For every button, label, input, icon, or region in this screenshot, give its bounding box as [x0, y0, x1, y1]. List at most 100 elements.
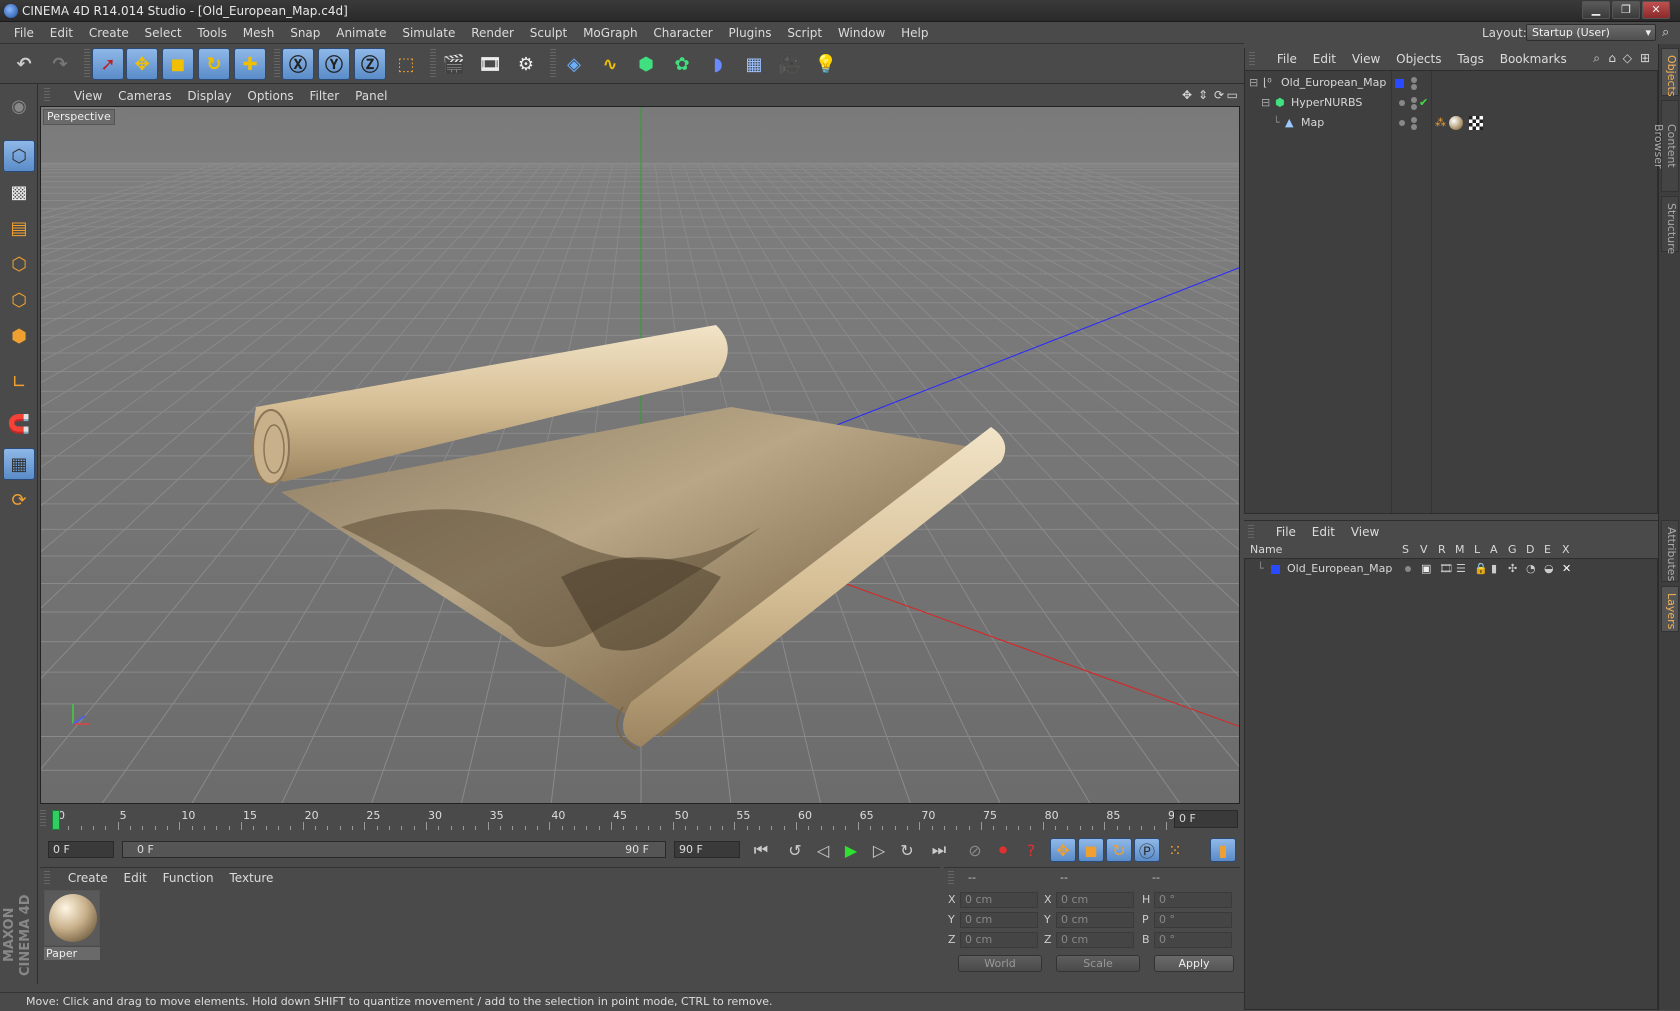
coordinate-system-icon[interactable]: ⬚ [390, 48, 422, 80]
object-menu-tags[interactable]: Tags [1451, 48, 1490, 70]
previous-frame-icon[interactable]: ◁ [810, 838, 836, 862]
close-button[interactable]: ✕ [1642, 1, 1670, 19]
pan-view-icon[interactable]: ✥ [1182, 88, 1192, 102]
frame-ruler[interactable]: 051015202530354045505560657075808590 [52, 808, 1182, 832]
layer-deformers-icon[interactable]: ◔ [1526, 559, 1536, 579]
menu-help[interactable]: Help [895, 22, 934, 44]
array-icon[interactable]: ✿ [666, 48, 698, 80]
autokey-icon[interactable]: ⏺ [990, 838, 1016, 862]
texture-tag-icon[interactable] [1469, 116, 1483, 130]
menu-character[interactable]: Character [647, 22, 718, 44]
layer-color-icon[interactable] [1271, 565, 1280, 574]
size-x-field[interactable]: 0 cm [1056, 892, 1134, 908]
perspective-viewport[interactable]: Perspective [40, 106, 1240, 804]
layer-name[interactable]: Old_European_Map [1287, 559, 1392, 579]
menu-animate[interactable]: Animate [330, 22, 392, 44]
z-axis-lock-icon[interactable]: Ⓩ [354, 48, 386, 80]
x-axis-lock-icon[interactable]: Ⓧ [282, 48, 314, 80]
layout-select[interactable]: Startup (User) [1526, 24, 1656, 41]
timeline-window-icon[interactable]: ▮ [1210, 838, 1236, 862]
start-frame-field[interactable]: 0 F [48, 841, 114, 858]
object-menu-view[interactable]: View [1346, 48, 1386, 70]
menu-tools[interactable]: Tools [191, 22, 233, 44]
tab-structure[interactable]: Structure [1661, 196, 1679, 254]
menu-plugins[interactable]: Plugins [723, 22, 778, 44]
rotate-view-icon[interactable]: ⟳ [1214, 88, 1224, 102]
layer-col-xref[interactable]: X [1562, 542, 1570, 558]
render-view-icon[interactable]: 🎬 [438, 48, 470, 80]
texture-mode-icon[interactable]: ▩ [3, 176, 35, 208]
pos-z-field[interactable]: 0 cm [960, 932, 1038, 948]
viewport-menu-display[interactable]: Display [181, 86, 237, 106]
menu-render[interactable]: Render [465, 22, 520, 44]
layer-col-deformers[interactable]: D [1526, 542, 1534, 558]
keyframe-selection-icon[interactable]: ? [1018, 838, 1044, 862]
polygons-mode-icon[interactable]: ⬢ [3, 320, 35, 352]
layer-expressions-icon[interactable]: ◒ [1544, 559, 1554, 579]
end-frame-field[interactable]: 90 F [674, 841, 740, 858]
phong-tag-icon[interactable]: ⁂ [1435, 113, 1446, 133]
tab-content-browser[interactable]: Content Browser [1652, 100, 1679, 192]
menu-select[interactable]: Select [139, 22, 188, 44]
menu-simulate[interactable]: Simulate [396, 22, 461, 44]
tab-attributes[interactable]: Attributes [1661, 520, 1679, 582]
object-row-hypernurbs[interactable]: ⊟ ⬢ HyperNURBS ✔ [1245, 93, 1657, 113]
y-axis-lock-icon[interactable]: Ⓨ [318, 48, 350, 80]
viewport-menu-filter[interactable]: Filter [304, 86, 346, 106]
key-parameter-icon[interactable]: Ⓟ [1134, 838, 1160, 862]
viewport-menu-view[interactable]: View [68, 86, 108, 106]
layer-col-locked[interactable]: L [1474, 542, 1480, 558]
layer-view-icon[interactable]: ▣ [1421, 559, 1431, 579]
enabled-check-icon[interactable]: ✔ [1419, 93, 1428, 113]
minimize-button[interactable]: ▁ [1582, 1, 1610, 19]
layer-col-render[interactable]: R [1438, 542, 1446, 558]
rotate-tool-icon[interactable]: ↻ [198, 48, 230, 80]
scale-tool-icon[interactable]: ◼ [162, 48, 194, 80]
tab-objects[interactable]: Objects [1661, 48, 1679, 97]
menu-window[interactable]: Window [832, 22, 891, 44]
object-back-icon[interactable]: ◇ [1623, 51, 1632, 65]
edges-mode-icon[interactable]: ⬡ [3, 284, 35, 316]
current-frame-field[interactable]: 0 F [1174, 810, 1238, 828]
menu-edit[interactable]: Edit [44, 22, 79, 44]
render-dot-icon[interactable] [1411, 124, 1417, 130]
layer-col-generators[interactable]: G [1508, 542, 1517, 558]
lock-workplane-icon[interactable]: ▦ [3, 448, 35, 480]
material-menu-create[interactable]: Create [62, 868, 114, 888]
layer-menu-edit[interactable]: Edit [1306, 521, 1341, 543]
visibility-dot-icon[interactable] [1411, 77, 1417, 83]
layer-manager-icon[interactable]: ☰ [1456, 559, 1466, 579]
world-dropdown[interactable]: World [958, 955, 1042, 972]
camera-icon[interactable]: 🎥 [774, 48, 806, 80]
object-menu-objects[interactable]: Objects [1390, 48, 1447, 70]
object-new-panel-icon[interactable]: ⊞ [1640, 51, 1650, 65]
maximize-button[interactable]: ❐ [1612, 1, 1640, 19]
cube-primitive-icon[interactable]: ◈ [558, 48, 590, 80]
render-picture-viewer-icon[interactable]: 🎞 [474, 48, 506, 80]
object-name[interactable]: Map [1301, 113, 1324, 133]
floor-scene-icon[interactable]: ▦ [738, 48, 770, 80]
layer-col-name[interactable]: Name [1250, 542, 1282, 558]
object-home-icon[interactable]: ⌂ [1608, 51, 1616, 65]
object-row-map[interactable]: └ ▲ Map ⁂ [1245, 113, 1657, 133]
object-search-icon[interactable]: ⌕ [1593, 51, 1600, 66]
object-row-old-european-map[interactable]: ⊟ ⌊⁰ Old_European_Map [1245, 73, 1657, 93]
frame-range-slider[interactable]: 0 F 90 F [122, 841, 666, 858]
make-editable-icon[interactable]: ◉ [3, 90, 35, 122]
layer-row-old-european-map[interactable]: └ Old_European_Map ▣ 🎞 ☰ 🔒 ▮ ✣ ◔ ◒ ✕ [1245, 559, 1657, 579]
go-to-start-icon[interactable]: ⏮ [748, 838, 774, 862]
axis-mode-icon[interactable]: ∟ [3, 366, 35, 398]
spline-icon[interactable]: ∿ [594, 48, 626, 80]
next-frame-icon[interactable]: ▷ [866, 838, 892, 862]
material-menu-texture[interactable]: Texture [223, 868, 279, 888]
viewport-menu-cameras[interactable]: Cameras [112, 86, 177, 106]
maximize-view-icon[interactable]: ▭ [1227, 88, 1238, 102]
object-menu-bookmarks[interactable]: Bookmarks [1494, 48, 1573, 70]
object-name[interactable]: Old_European_Map [1281, 73, 1386, 93]
layer-animation-icon[interactable]: ▮ [1491, 559, 1497, 579]
pos-x-field[interactable]: 0 cm [960, 892, 1038, 908]
collapse-icon[interactable]: ⊟ [1249, 73, 1258, 93]
render-dot-icon[interactable] [1411, 104, 1417, 110]
rot-b-field[interactable]: 0 ° [1154, 932, 1232, 948]
object-name[interactable]: HyperNURBS [1291, 93, 1362, 113]
